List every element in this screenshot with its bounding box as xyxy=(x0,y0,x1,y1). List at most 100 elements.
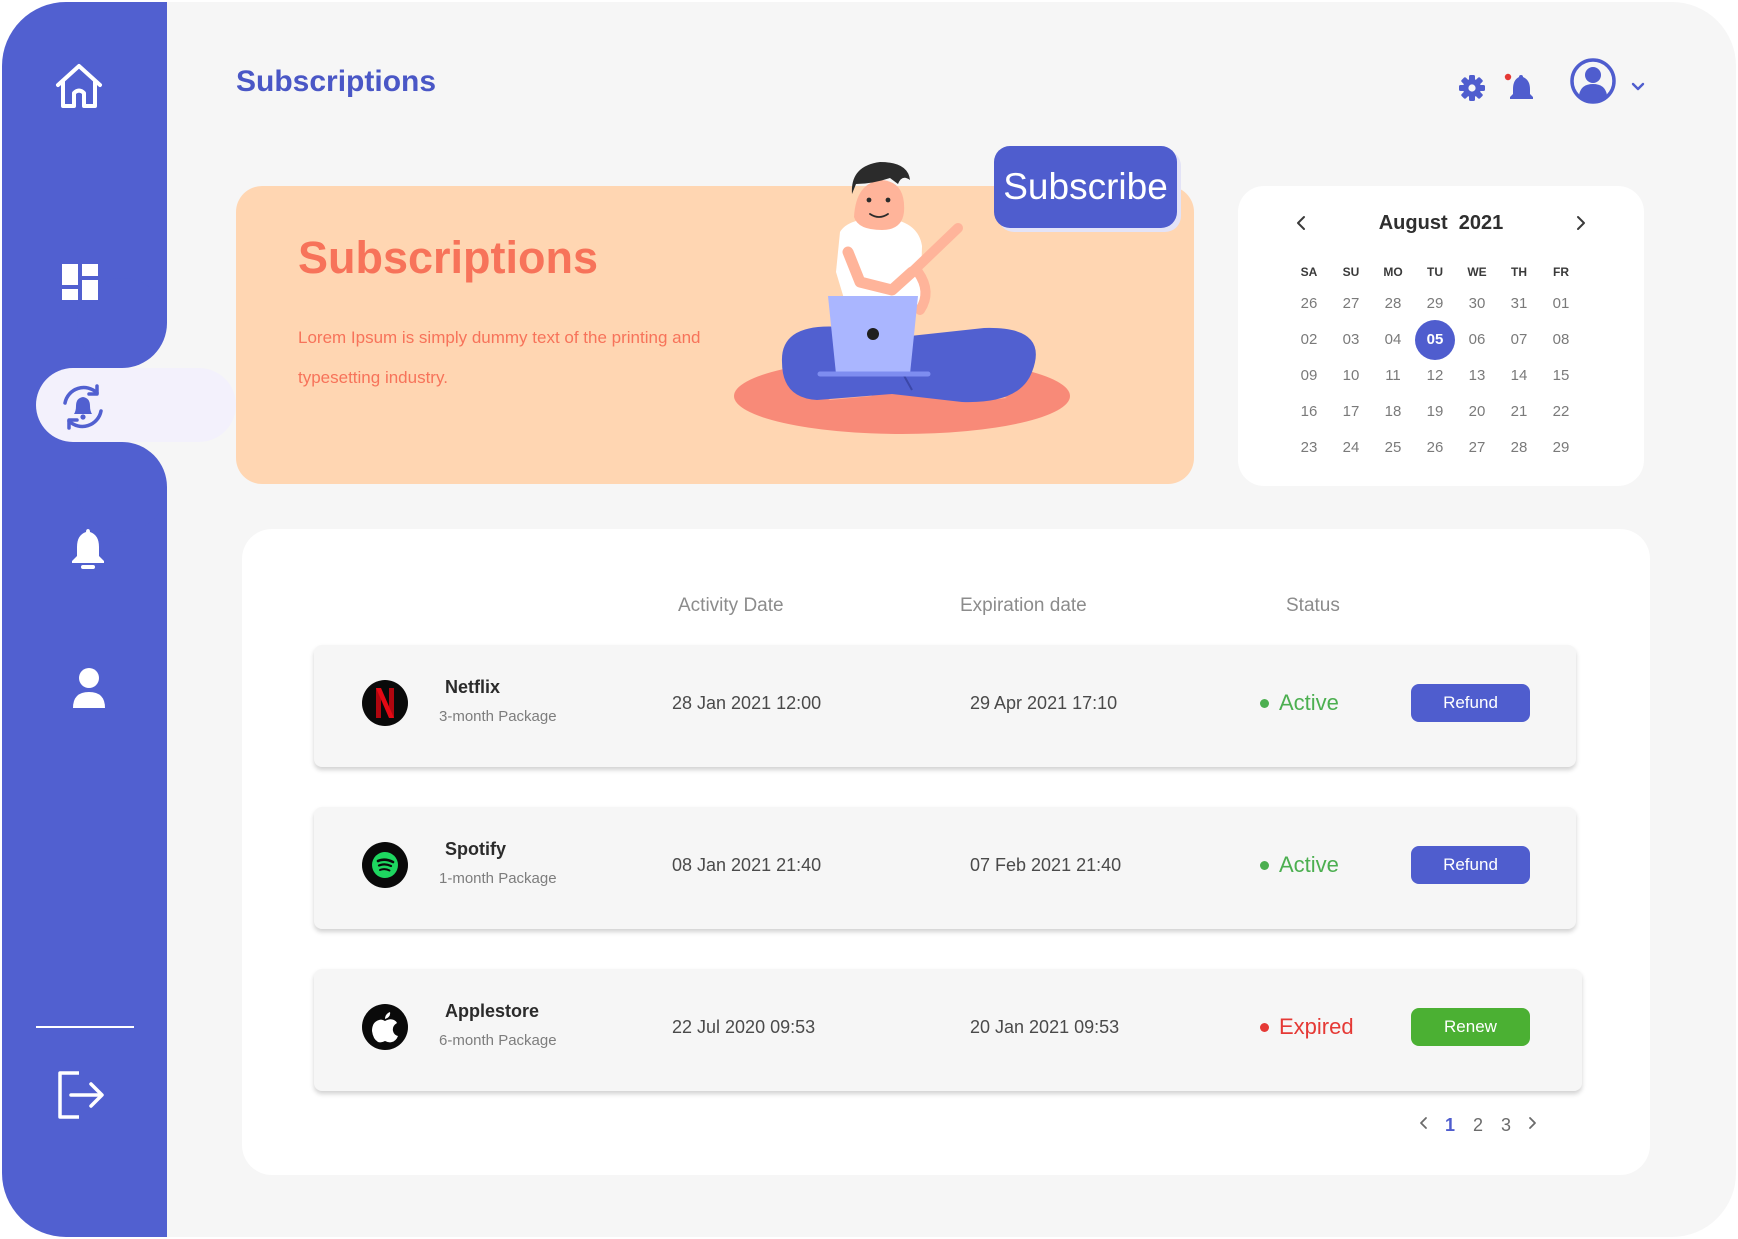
calendar-day[interactable]: 04 xyxy=(1372,322,1414,358)
calendar-day-label: 16 xyxy=(1300,403,1318,420)
calendar-day-label: 22 xyxy=(1552,403,1570,420)
service-name: Applestore xyxy=(445,1001,540,1021)
calendar-day[interactable]: 23 xyxy=(1288,430,1330,466)
calendar-day[interactable]: 26 xyxy=(1288,286,1330,322)
logout-icon xyxy=(58,1071,104,1119)
calendar-day[interactable]: 02 xyxy=(1288,322,1330,358)
calendar-prev-button[interactable] xyxy=(1294,212,1308,239)
expiration-date: 07 Feb 2021 21:40 xyxy=(970,855,1122,875)
settings-button[interactable] xyxy=(1458,74,1486,107)
calendar-day[interactable]: 30 xyxy=(1456,286,1498,322)
renew-button[interactable]: Renew xyxy=(1411,1008,1530,1046)
refund-button[interactable]: Refund xyxy=(1411,846,1530,884)
calendar-day[interactable]: 09 xyxy=(1288,358,1330,394)
calendar-day[interactable]: 31 xyxy=(1498,286,1540,322)
sidebar-item-dashboard[interactable] xyxy=(58,260,102,304)
calendar-day[interactable]: 13 xyxy=(1456,358,1498,394)
chevron-left-icon xyxy=(1297,216,1305,230)
calendar-day[interactable]: 10 xyxy=(1330,358,1372,394)
column-header-activity: Activity Date xyxy=(678,595,784,616)
profile-menu-toggle[interactable] xyxy=(1630,80,1646,98)
pagination-page-2[interactable]: 2 xyxy=(1473,1115,1483,1136)
calendar-day[interactable]: 06 xyxy=(1456,322,1498,358)
pagination-page-3[interactable]: 3 xyxy=(1501,1115,1511,1136)
calendar-day[interactable]: 26 xyxy=(1414,430,1456,466)
dashboard-icon xyxy=(62,264,98,300)
calendar-day-label: 14 xyxy=(1510,367,1528,384)
calendar-day[interactable]: 19 xyxy=(1414,394,1456,430)
calendar-weekday: FR xyxy=(1553,265,1569,279)
calendar-day-label: 13 xyxy=(1468,367,1486,384)
status-badge: Expired xyxy=(1260,1014,1354,1040)
calendar-day-selected[interactable]: 05 xyxy=(1414,320,1456,360)
calendar-year: 2021 xyxy=(1458,212,1504,234)
calendar-day[interactable]: 01 xyxy=(1540,286,1582,322)
calendar-day[interactable]: 07 xyxy=(1498,322,1540,358)
status-text: Active xyxy=(1279,690,1339,715)
calendar-day-label: 01 xyxy=(1552,295,1570,312)
calendar-day[interactable]: 27 xyxy=(1330,286,1372,322)
subscriptions-table: Activity Date Expiration date Status Net… xyxy=(242,529,1650,1175)
service-package: 6-month Package xyxy=(439,1032,557,1049)
calendar-day[interactable]: 22 xyxy=(1540,394,1582,430)
calendar-day[interactable]: 15 xyxy=(1540,358,1582,394)
notifications-button[interactable] xyxy=(1504,72,1536,107)
page-title: Subscriptions xyxy=(236,65,437,98)
subscribe-button[interactable]: Subscribe xyxy=(994,146,1177,228)
calendar-day-label: 29 xyxy=(1426,295,1444,312)
profile-avatar-button[interactable] xyxy=(1570,58,1616,109)
chevron-right-icon xyxy=(1577,216,1585,230)
calendar-day[interactable]: 28 xyxy=(1372,286,1414,322)
calendar-day[interactable]: 27 xyxy=(1456,430,1498,466)
calendar-next-button[interactable] xyxy=(1574,212,1588,239)
sidebar-item-notifications[interactable] xyxy=(66,524,110,572)
calendar-day[interactable]: 08 xyxy=(1540,322,1582,358)
calendar-day[interactable]: 16 xyxy=(1288,394,1330,430)
calendar-day-label: 04 xyxy=(1384,331,1402,348)
sidebar-item-profile[interactable] xyxy=(70,666,108,710)
pagination: 1 2 3 xyxy=(1412,1113,1544,1137)
calendar-day[interactable]: 12 xyxy=(1414,358,1456,394)
calendar-day[interactable]: 24 xyxy=(1330,430,1372,466)
calendar-day-label: 25 xyxy=(1384,439,1402,456)
calendar-day-label: 27 xyxy=(1342,295,1360,312)
sidebar-item-home[interactable] xyxy=(48,56,110,118)
calendar-weekday: MO xyxy=(1383,265,1403,279)
chevron-down-icon xyxy=(1631,82,1645,91)
calendar-day[interactable]: 11 xyxy=(1372,358,1414,394)
calendar-day[interactable]: 29 xyxy=(1414,286,1456,322)
pagination-page-1[interactable]: 1 xyxy=(1445,1115,1455,1136)
calendar-day[interactable]: 20 xyxy=(1456,394,1498,430)
sidebar-item-logout[interactable] xyxy=(54,1068,108,1122)
pagination-prev-button[interactable] xyxy=(1418,1114,1430,1137)
apple-logo-icon xyxy=(362,1004,408,1050)
sidebar-item-subscriptions[interactable] xyxy=(56,380,110,434)
calendar-widget: August 2021 SA SU MO TU WE TH FR 26 27 28 29 30 31 01… xyxy=(1238,186,1644,486)
calendar-day[interactable]: 17 xyxy=(1330,394,1372,430)
calendar-day[interactable]: 25 xyxy=(1372,430,1414,466)
calendar-day[interactable]: 18 xyxy=(1372,394,1414,430)
sidebar-divider xyxy=(36,1026,134,1028)
home-icon xyxy=(56,64,102,108)
refund-button[interactable]: Refund xyxy=(1411,684,1530,722)
calendar-day[interactable]: 28 xyxy=(1498,430,1540,466)
user-icon xyxy=(73,668,105,708)
calendar-day-label: 05 xyxy=(1415,320,1455,360)
calendar-day[interactable]: 21 xyxy=(1498,394,1540,430)
calendar-day[interactable]: 29 xyxy=(1540,430,1582,466)
calendar-day-label: 23 xyxy=(1300,439,1318,456)
expiration-date: 20 Jan 2021 09:53 xyxy=(970,1017,1120,1037)
calendar-day-label: 07 xyxy=(1510,331,1528,348)
calendar-day-label: 28 xyxy=(1384,295,1402,312)
calendar-day-label: 12 xyxy=(1426,367,1444,384)
bell-icon xyxy=(72,529,104,569)
calendar-day-label: 02 xyxy=(1300,331,1318,348)
pagination-next-button[interactable] xyxy=(1526,1114,1538,1137)
calendar-day[interactable]: 03 xyxy=(1330,322,1372,358)
status-badge: Active xyxy=(1260,852,1339,878)
column-header-expiration: Expiration date xyxy=(960,595,1087,616)
calendar-day-label: 10 xyxy=(1342,367,1360,384)
spotify-logo-icon xyxy=(362,842,408,888)
calendar-day-label: 11 xyxy=(1385,367,1401,384)
calendar-day[interactable]: 14 xyxy=(1498,358,1540,394)
